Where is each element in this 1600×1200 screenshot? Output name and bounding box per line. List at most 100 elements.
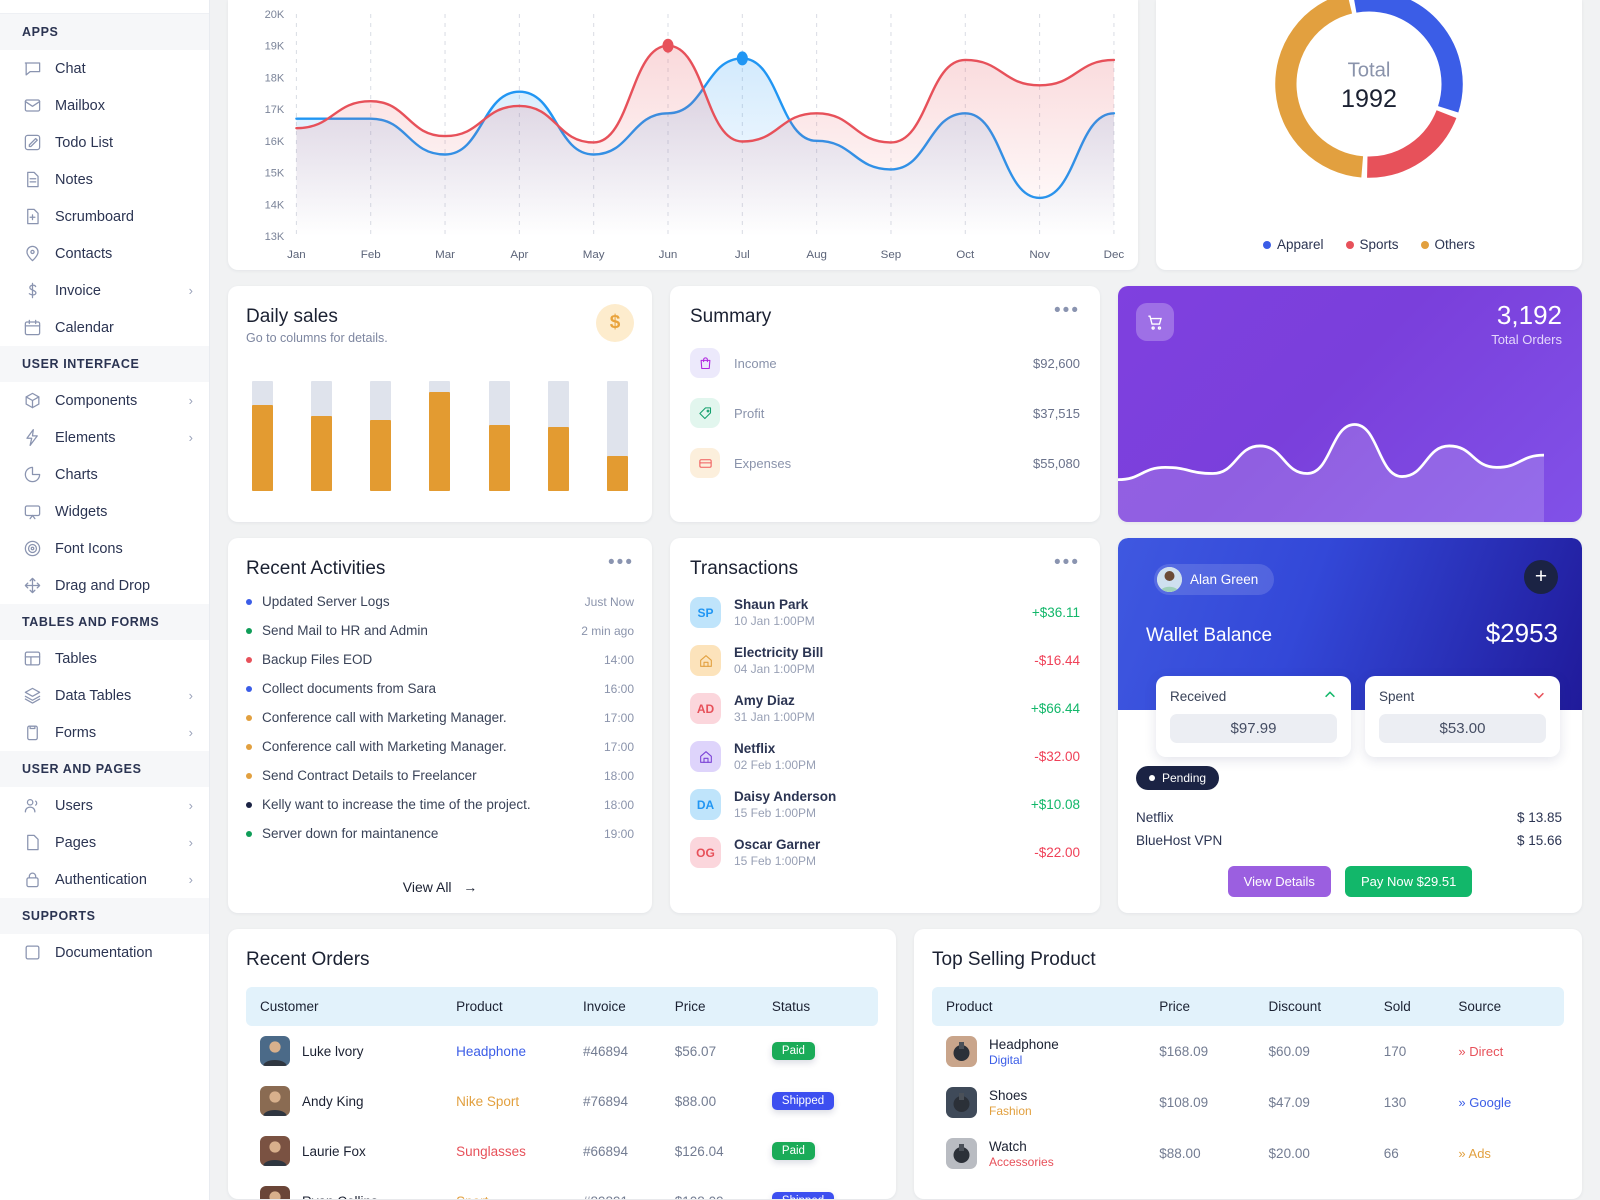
sidebar-item-data-tables[interactable]: Data Tables › bbox=[0, 677, 209, 714]
daily-sales-bar bbox=[311, 381, 333, 491]
transaction-item[interactable]: DA Daisy Anderson 15 Feb 1:00PM +$10.08 bbox=[690, 789, 1080, 820]
sidebar-item-components[interactable]: Components › bbox=[0, 382, 209, 419]
wallet-balance-label: Wallet Balance bbox=[1146, 625, 1273, 646]
table-row[interactable]: Luke lvory Headphone #46894 $56.07 Paid bbox=[246, 1026, 878, 1076]
status-badge: Paid bbox=[771, 1042, 815, 1060]
sidebar-item-label: Drag and Drop bbox=[55, 577, 151, 594]
activity-item[interactable]: Server down for maintanence 19:00 bbox=[246, 826, 634, 841]
activity-dot-icon bbox=[246, 685, 252, 692]
activity-item[interactable]: Conference call with Marketing Manager. 1… bbox=[246, 739, 634, 754]
activity-time: 19:00 bbox=[603, 826, 634, 841]
transaction-item[interactable]: Netflix 02 Feb 1:00PM -$32.00 bbox=[690, 741, 1080, 772]
daily-sales-bar bbox=[488, 381, 510, 491]
activity-item[interactable]: Backup Files EOD 14:00 bbox=[246, 652, 634, 667]
transaction-item[interactable]: Electricity Bill 04 Jan 1:00PM -$16.44 bbox=[690, 645, 1080, 676]
transaction-name: Electricity Bill bbox=[734, 645, 824, 660]
table-row[interactable]: Shoes Fashion $108.09 $47.09 130 » Google bbox=[932, 1077, 1564, 1128]
sidebar-item-mailbox[interactable]: Mailbox bbox=[0, 87, 209, 124]
product-cell: Nike Sport bbox=[456, 1093, 520, 1109]
status-cell: Paid bbox=[762, 1026, 878, 1076]
sidebar-item-documentation[interactable]: Documentation bbox=[0, 934, 209, 971]
svg-text:17K: 17K bbox=[265, 104, 285, 116]
sidebar-item-charts[interactable]: Charts bbox=[0, 456, 209, 493]
sidebar-item-tables[interactable]: Tables bbox=[0, 640, 209, 677]
sidebar-item-chat[interactable]: Chat bbox=[0, 50, 209, 87]
activity-item[interactable]: Send Mail to HR and Admin 2 min ago bbox=[246, 623, 634, 638]
sidebar-item-authentication[interactable]: Authentication › bbox=[0, 861, 209, 898]
activity-dot-icon bbox=[246, 801, 252, 808]
summary-row: Profit $37,515 bbox=[690, 398, 1080, 428]
column-header: Price bbox=[1149, 987, 1259, 1026]
transactions-menu-button[interactable]: ••• bbox=[1054, 553, 1080, 572]
pay-now-button[interactable]: Pay Now $29.51 bbox=[1344, 866, 1473, 897]
sidebar-item-forms[interactable]: Forms › bbox=[0, 714, 209, 751]
table-row[interactable]: Watch Accessories $88.00 $20.00 66 » Ads bbox=[932, 1128, 1564, 1179]
activity-item[interactable]: Updated Server Logs Just Now bbox=[246, 594, 634, 609]
product-cell: Shoes Fashion bbox=[932, 1077, 1149, 1128]
table-row[interactable]: Headphone Digital $168.09 $60.09 170 » Direct bbox=[932, 1026, 1564, 1077]
table-row[interactable]: Laurie Fox Sunglasses #66894 $126.04 Paid bbox=[246, 1126, 878, 1176]
board-icon bbox=[23, 207, 42, 226]
product-cell: Headphone bbox=[456, 1043, 526, 1059]
spent-box[interactable]: Spent $53.00 bbox=[1365, 676, 1560, 757]
transaction-amount: +$36.11 bbox=[1031, 605, 1080, 620]
status-badge: Paid bbox=[771, 1142, 815, 1160]
table-row[interactable]: Ryan Collins Sport#89891$108.09 Shipped bbox=[246, 1176, 878, 1199]
summary-menu-button[interactable]: ••• bbox=[1054, 301, 1080, 320]
view-details-button[interactable]: View Details bbox=[1227, 866, 1331, 897]
sidebar-item-users[interactable]: Users › bbox=[0, 787, 209, 824]
bill-row: Netflix $ 13.85 bbox=[1136, 810, 1562, 825]
invoice-cell: #46894 bbox=[582, 1043, 628, 1059]
svg-text:20K: 20K bbox=[265, 9, 285, 21]
spent-label: Spent bbox=[1379, 689, 1415, 704]
sidebar-item-notes[interactable]: Notes bbox=[0, 161, 209, 198]
sidebar-item-font-icons[interactable]: Font Icons bbox=[0, 530, 209, 567]
transaction-item[interactable]: AD Amy Diaz 31 Jan 1:00PM +$66.44 bbox=[690, 693, 1080, 724]
wallet-balance-value: $2953 bbox=[1485, 618, 1558, 648]
wallet-user-chip[interactable]: Alan Green bbox=[1154, 564, 1275, 595]
sidebar-item-pages[interactable]: Pages › bbox=[0, 824, 209, 861]
sidebar-item-calendar[interactable]: Calendar bbox=[0, 309, 209, 346]
sidebar-item-elements[interactable]: Elements › bbox=[0, 419, 209, 456]
activity-item[interactable]: Kelly want to increase the time of the p… bbox=[246, 797, 634, 812]
daily-sales-bar bbox=[370, 381, 392, 491]
lock-icon bbox=[23, 870, 42, 889]
source-cell: » Ads bbox=[1458, 1146, 1491, 1161]
customer-name: Andy King bbox=[302, 1093, 364, 1109]
sidebar-item-label: Invoice bbox=[55, 282, 101, 299]
activity-dot-icon bbox=[246, 743, 252, 750]
transaction-date: 04 Jan 1:00PM bbox=[734, 662, 815, 676]
transaction-item[interactable]: SP Shaun Park 10 Jan 1:00PM +$36.11 bbox=[690, 597, 1080, 628]
sidebar-item-label: Todo List bbox=[55, 134, 114, 151]
legend-dot-icon bbox=[1420, 240, 1429, 249]
sidebar-item-invoice[interactable]: Invoice › bbox=[0, 272, 209, 309]
cube-icon bbox=[23, 391, 42, 410]
transaction-date: 15 Feb 1:00PM bbox=[734, 806, 817, 820]
total-orders-card: 3,192 Total Orders bbox=[1118, 286, 1582, 522]
received-box[interactable]: Received $97.99 bbox=[1156, 676, 1351, 757]
sidebar-item-drag-and-drop[interactable]: Drag and Drop bbox=[0, 567, 209, 604]
sidebar-item-scrumboard[interactable]: Scrumboard bbox=[0, 198, 209, 235]
mail-icon bbox=[23, 96, 42, 115]
view-all-activities-button[interactable]: View All → bbox=[228, 879, 652, 895]
transaction-item[interactable]: OG Oscar Garner 15 Feb 1:00PM -$22.00 bbox=[690, 837, 1080, 868]
summary-row: Income $92,600 bbox=[690, 348, 1080, 378]
sidebar-section-user-interface: USER INTERFACE bbox=[0, 346, 209, 382]
activity-text: Updated Server Logs bbox=[262, 594, 390, 609]
invoice-cell: #89891 bbox=[573, 1176, 665, 1200]
sidebar-item-widgets[interactable]: Widgets bbox=[0, 493, 209, 530]
sidebar-item-contacts[interactable]: Contacts bbox=[0, 235, 209, 272]
activity-item[interactable]: Collect documents from Sara 16:00 bbox=[246, 681, 634, 696]
activity-text: Server down for maintanence bbox=[262, 826, 439, 841]
product-thumbnail bbox=[946, 1087, 977, 1118]
transaction-amount: -$22.00 bbox=[1034, 845, 1080, 860]
activity-item[interactable]: Send Contract Details to Freelancer 18:00 bbox=[246, 768, 634, 783]
sidebar-item-label: Documentation bbox=[55, 944, 153, 961]
table-row[interactable]: Andy King Nike Sport #76894 $88.00 Shipped bbox=[246, 1076, 878, 1126]
add-wallet-button[interactable]: + bbox=[1524, 560, 1558, 594]
discount-cell: $60.09 bbox=[1268, 1044, 1310, 1059]
activity-item[interactable]: Conference call with Marketing Manager. 1… bbox=[246, 710, 634, 725]
activities-menu-button[interactable]: ••• bbox=[608, 553, 634, 572]
sidebar-item-todo-list[interactable]: Todo List bbox=[0, 124, 209, 161]
product-category: Accessories bbox=[989, 1154, 1054, 1169]
